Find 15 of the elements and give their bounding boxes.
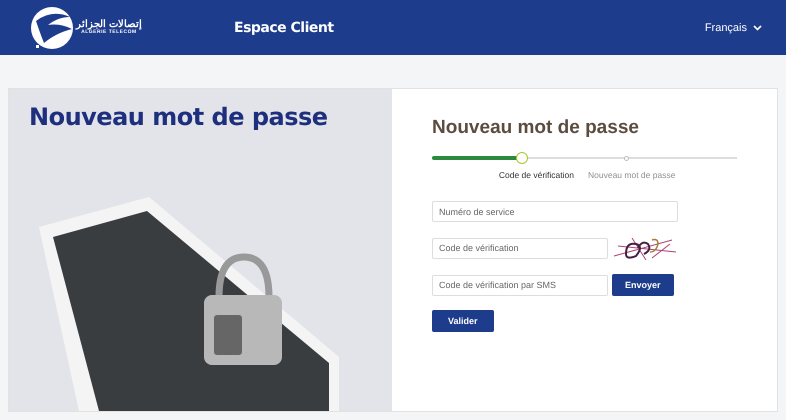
logo-arabic-text: إتصالات الجزائر [76, 20, 142, 30]
captcha-code-field[interactable]: Code de vérification [432, 238, 608, 258]
step-label: Code de vérification [498, 170, 574, 180]
validate-button[interactable]: Valider [432, 310, 494, 332]
banner-title: Nouveau mot de passe [29, 103, 328, 131]
captcha-drawing [612, 236, 678, 260]
sms-code-field[interactable]: Code de vérification par SMS [432, 274, 608, 296]
language-dropdown[interactable]: Français [698, 20, 768, 34]
step-marker [516, 152, 528, 164]
chevron-down-icon [753, 24, 762, 30]
header-title: Espace Client [234, 20, 334, 36]
form-title: Nouveau mot de passe [432, 117, 640, 139]
step-label: Nouveau mot de passe [588, 170, 676, 180]
service-number-field[interactable]: Numéro de service [432, 201, 678, 222]
send-button[interactable]: Envoyer [612, 274, 674, 296]
